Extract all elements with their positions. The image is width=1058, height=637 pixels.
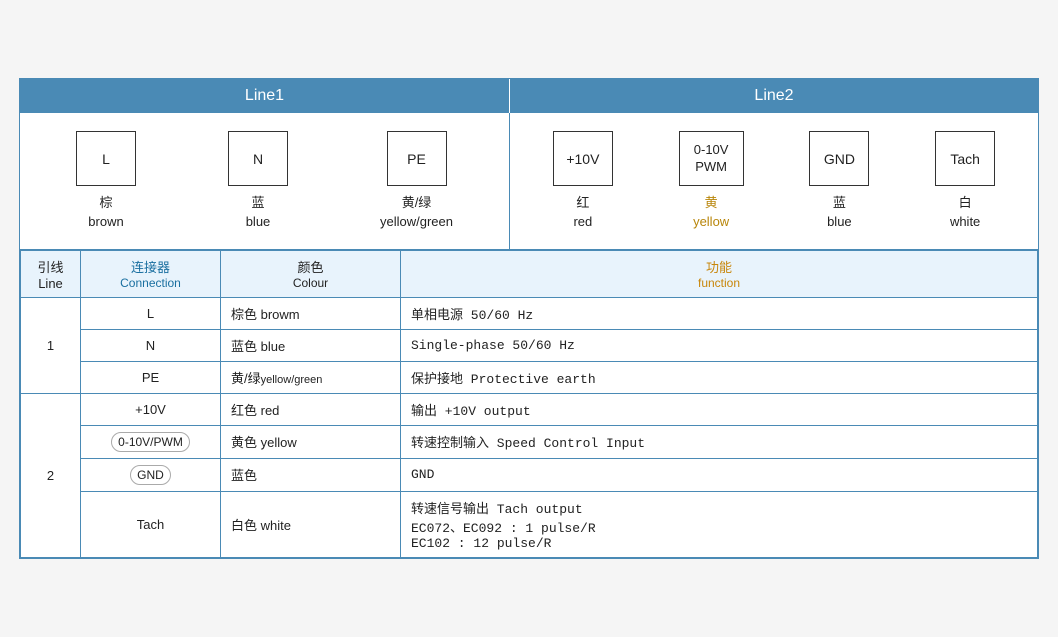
th-line: 引线 Line — [21, 250, 81, 297]
conn-Tach-cell: Tach — [81, 491, 221, 557]
th-line-en: Line — [38, 276, 63, 291]
diagram-row: L 棕brown N 蓝blue PE 黄/绿yellow/green +10V… — [20, 113, 1038, 249]
th-colour-en: Colour — [231, 276, 390, 290]
conn-GND-rounded: GND — [130, 465, 171, 485]
table-row: 0-10V/PWM 黄色 yellow 转速控制输入 Speed Control… — [21, 425, 1038, 458]
connector-N: N 蓝blue — [228, 131, 288, 230]
th-colour-cn: 颜色 — [231, 257, 390, 276]
func-N-cell: Single-phase 50/60 Hz — [401, 329, 1038, 361]
conn-L-cell: L — [81, 297, 221, 329]
connector-box-10V: +10V — [553, 131, 613, 186]
line1-header: Line1 — [20, 79, 510, 113]
connector-box-N: N — [228, 131, 288, 186]
colour-L-cell: 棕色 browm — [221, 297, 401, 329]
connector-label-Tach: 白white — [950, 194, 980, 230]
connector-Tach: Tach 白white — [935, 131, 995, 230]
main-container: Line1 Line2 L 棕brown N 蓝blue PE 黄/绿yello… — [19, 78, 1039, 558]
connector-10V: +10V 红red — [553, 131, 613, 230]
connector-box-GND: GND — [809, 131, 869, 186]
func-GND-cell: GND — [401, 458, 1038, 491]
func-10V-cell: 输出 +10V output — [401, 393, 1038, 425]
table-row: Tach 白色 white 转速信号输出 Tach output EC072、E… — [21, 491, 1038, 557]
th-func-cn: 功能 — [411, 257, 1027, 276]
connector-PWM: 0-10VPWM 黄yellow — [679, 131, 744, 230]
line2-cell: 2 — [21, 393, 81, 557]
connector-PE: PE 黄/绿yellow/green — [380, 131, 453, 230]
func-PE-cell: 保护接地 Protective earth — [401, 361, 1038, 393]
colour-PE-cell: 黄/绿yellow/green — [221, 361, 401, 393]
func-Tach-cell: 转速信号输出 Tach output EC072、EC092 : 1 pulse… — [401, 491, 1038, 557]
connector-label-10V: 红red — [573, 194, 592, 230]
connector-box-PE: PE — [387, 131, 447, 186]
func-L-cell: 单相电源 50/60 Hz — [401, 297, 1038, 329]
connector-box-PWM: 0-10VPWM — [679, 131, 744, 186]
diagram-line1: L 棕brown N 蓝blue PE 黄/绿yellow/green — [20, 113, 510, 248]
colour-N-cell: 蓝色 blue — [221, 329, 401, 361]
table-wrapper: 引线 Line 连接器 Connection 颜色 Colour 功能 func… — [20, 250, 1038, 558]
th-colour: 颜色 Colour — [221, 250, 401, 297]
colour-Tach-cell: 白色 white — [221, 491, 401, 557]
connector-label-PE: 黄/绿yellow/green — [380, 194, 453, 230]
connector-label-GND: 蓝blue — [827, 194, 852, 230]
conn-PWM-cell: 0-10V/PWM — [81, 425, 221, 458]
th-conn-en: Connection — [91, 276, 210, 290]
line1-cell: 1 — [21, 297, 81, 393]
th-function: 功能 function — [401, 250, 1038, 297]
header-row: Line1 Line2 — [20, 79, 1038, 113]
connector-box-Tach: Tach — [935, 131, 995, 186]
table-row: N 蓝色 blue Single-phase 50/60 Hz — [21, 329, 1038, 361]
func-PWM-cell: 转速控制输入 Speed Control Input — [401, 425, 1038, 458]
connector-box-L: L — [76, 131, 136, 186]
data-table: 引线 Line 连接器 Connection 颜色 Colour 功能 func… — [20, 250, 1038, 558]
table-row: 2 +10V 红色 red 输出 +10V output — [21, 393, 1038, 425]
connector-GND: GND 蓝blue — [809, 131, 869, 230]
colour-PWM-cell: 黄色 yellow — [221, 425, 401, 458]
table-header-row: 引线 Line 连接器 Connection 颜色 Colour 功能 func… — [21, 250, 1038, 297]
connector-label-L: 棕brown — [88, 194, 123, 230]
th-line-cn: 引线 — [37, 260, 63, 275]
table-row: 1 L 棕色 browm 单相电源 50/60 Hz — [21, 297, 1038, 329]
th-func-en: function — [411, 276, 1027, 290]
table-row: GND 蓝色 GND — [21, 458, 1038, 491]
connector-label-PWM: 黄yellow — [693, 194, 729, 230]
table-body: 1 L 棕色 browm 单相电源 50/60 Hz N 蓝色 blue Sin… — [21, 297, 1038, 557]
connector-label-N: 蓝blue — [246, 194, 271, 230]
line2-header: Line2 — [510, 79, 1038, 113]
th-connection: 连接器 Connection — [81, 250, 221, 297]
diagram-line2: +10V 红red 0-10VPWM 黄yellow GND 蓝blue Tac… — [510, 113, 1038, 248]
connector-L: L 棕brown — [76, 131, 136, 230]
table-row: PE 黄/绿yellow/green 保护接地 Protective earth — [21, 361, 1038, 393]
conn-N-cell: N — [81, 329, 221, 361]
th-conn-cn: 连接器 — [91, 257, 210, 276]
conn-PWM-rounded: 0-10V/PWM — [111, 432, 190, 452]
colour-GND-cell: 蓝色 — [221, 458, 401, 491]
colour-10V-cell: 红色 red — [221, 393, 401, 425]
conn-PE-cell: PE — [81, 361, 221, 393]
conn-GND-cell: GND — [81, 458, 221, 491]
conn-10V-cell: +10V — [81, 393, 221, 425]
